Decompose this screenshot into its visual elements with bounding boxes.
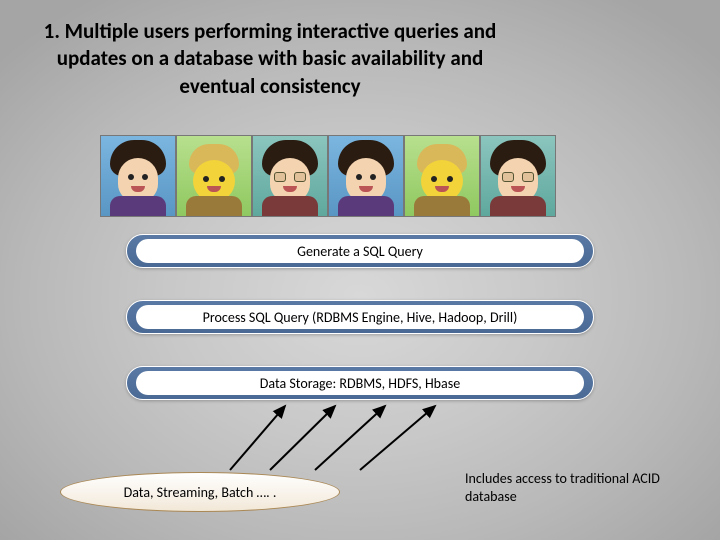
layer-generate-query: Generate a SQL Query xyxy=(126,234,594,268)
avatar-user-2 xyxy=(176,135,252,217)
slide-title: 1. Multiple users performing interactive… xyxy=(20,18,520,100)
layer-data-storage: Data Storage: RDBMS, HDFS, Hbase xyxy=(126,366,594,400)
avatar-user-6 xyxy=(480,135,556,217)
source-ellipse: Data, Streaming, Batch …. . xyxy=(60,472,340,512)
layer-label: Process SQL Query (RDBMS Engine, Hive, H… xyxy=(136,305,583,329)
avatar-user-4 xyxy=(328,135,404,217)
footnote-acid: Includes access to traditional ACID data… xyxy=(465,470,675,506)
layer-label: Generate a SQL Query xyxy=(136,239,583,263)
layer-process-query: Process SQL Query (RDBMS Engine, Hive, H… xyxy=(126,300,594,334)
avatar-user-1 xyxy=(100,135,176,217)
avatar-user-5 xyxy=(404,135,480,217)
layer-label: Data Storage: RDBMS, HDFS, Hbase xyxy=(136,371,583,395)
arrows-source-to-storage xyxy=(200,400,460,480)
avatar-user-3 xyxy=(252,135,328,217)
source-label: Data, Streaming, Batch …. . xyxy=(124,484,277,501)
user-avatar-row xyxy=(100,135,556,217)
